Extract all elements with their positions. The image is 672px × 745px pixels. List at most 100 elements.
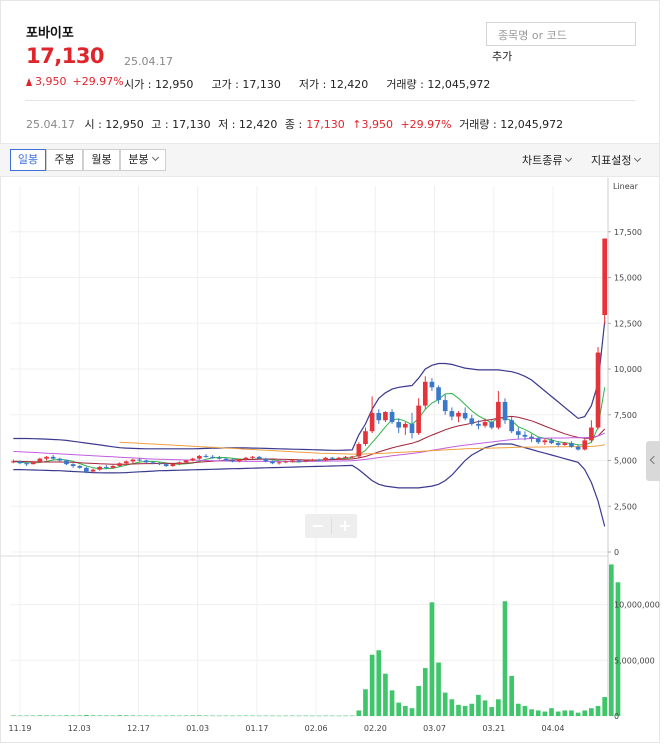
divider (25, 100, 635, 101)
volume-bar (363, 689, 368, 716)
volume-bar (442, 692, 448, 716)
ohlc-high: 고 : 17,130 (151, 118, 211, 131)
candle-body (489, 422, 495, 428)
open-price: 시가 : 12,950 (124, 78, 194, 91)
volume-bar (482, 700, 488, 716)
change-amount: 3,950 (35, 75, 67, 88)
candle-body (515, 431, 521, 435)
volume-bar (582, 710, 588, 716)
volume-bar (309, 715, 315, 717)
volume-bar (117, 715, 122, 716)
scale-label: Linear (613, 182, 639, 191)
candle-body (157, 463, 162, 465)
volume-bar (190, 715, 196, 716)
volume-bar (376, 650, 382, 716)
volume-bar (170, 715, 176, 716)
candle-body (70, 464, 76, 466)
x-tick-label: 11.19 (9, 724, 32, 733)
candle-body (150, 462, 156, 464)
moving-averages (13, 387, 606, 470)
volume-bar (602, 697, 608, 716)
candle-body (309, 459, 315, 461)
volume-bar (403, 705, 408, 716)
candle-body (57, 458, 63, 461)
volume-bar (502, 601, 508, 716)
volume-bar (17, 715, 23, 717)
tab-minute-label: 분봉 (128, 153, 149, 166)
low-price: 저가 : 12,420 (298, 78, 369, 91)
volume-bar (456, 704, 461, 716)
volume-bar (575, 712, 581, 716)
candle-body (97, 466, 103, 470)
volume-bar (50, 715, 56, 716)
chevron-left-icon (649, 455, 659, 465)
volume-bar (562, 710, 568, 716)
side-panel-toggle[interactable] (646, 441, 660, 481)
indicator-settings-menu[interactable]: 지표설정 (591, 152, 642, 168)
volume-bar (197, 715, 202, 716)
candle-body (223, 458, 229, 461)
candle-body (343, 456, 348, 458)
chevron-down-icon (565, 154, 573, 163)
x-tick-label: 01.17 (245, 724, 268, 733)
candle-body (263, 458, 269, 462)
volume-bar (429, 602, 435, 716)
ohlc-open: 시 : 12,950 (84, 118, 144, 131)
volume-bar (529, 709, 534, 716)
price-tick-label: 17,500 (614, 228, 642, 237)
candle-body (296, 460, 302, 462)
candle-body (496, 401, 501, 428)
change-percent: +29.97% (72, 75, 124, 88)
candle-body (569, 443, 574, 447)
tab-daily[interactable]: 일봉 (10, 149, 46, 171)
chart-axes: 11.19 12.03 12.17 01.03 01.17 02.06 02.20 03.07… (0, 178, 660, 733)
volume-bar (143, 715, 149, 716)
volume-bar (323, 715, 328, 717)
candle-body (270, 461, 275, 464)
chart-grid (10, 186, 608, 717)
candle-body (462, 412, 468, 419)
volume-bar (336, 715, 342, 717)
chart-type-menu[interactable]: 차트종류 (522, 152, 573, 168)
volume-bar (489, 707, 495, 716)
candle-body (589, 427, 594, 441)
candle-body (356, 444, 362, 457)
candle-body (163, 464, 169, 466)
candle-body (256, 456, 262, 459)
volume-bar (37, 715, 43, 716)
candle-body (77, 465, 83, 468)
volume-bar (250, 715, 255, 717)
candle-body (562, 443, 568, 445)
zoom-in-button[interactable]: + (332, 514, 358, 538)
x-tick-label: 01.03 (186, 724, 209, 733)
price-tick-label: 15,000 (614, 274, 642, 283)
tab-minute[interactable]: 분봉 (120, 149, 166, 171)
volume-bar (396, 702, 402, 716)
zoom-out-button[interactable]: − (305, 514, 331, 538)
volume-bar (356, 710, 362, 716)
x-tick-label: 04.04 (542, 724, 565, 733)
candle-body (449, 411, 455, 417)
stock-search-input[interactable]: 종목명 or 코드 (486, 22, 636, 46)
ma20-line (13, 415, 606, 465)
volume-bar (64, 715, 69, 716)
bollinger-bands (13, 321, 606, 527)
candle-body (595, 352, 601, 428)
volume-bar (329, 715, 335, 717)
candle-body (283, 461, 289, 463)
candle-body (389, 412, 395, 423)
volume-bar (416, 685, 421, 716)
up-triangle-icon (26, 78, 32, 86)
tab-weekly[interactable]: 주봉 (46, 149, 83, 171)
candle-body (456, 412, 461, 417)
candle-body (130, 459, 136, 462)
add-button[interactable]: 추가 (492, 48, 512, 64)
candlesticks (10, 238, 608, 474)
price-volume-chart[interactable]: 11.19 12.03 12.17 01.03 01.17 02.06 02.20 03.07… (0, 176, 660, 736)
candle-body (575, 446, 581, 450)
volume-bar (130, 715, 136, 716)
tab-monthly[interactable]: 월봉 (83, 149, 120, 171)
candle-body (469, 418, 475, 424)
price-change: 3,950 +29.97% (26, 75, 124, 88)
candle-body (90, 469, 96, 472)
